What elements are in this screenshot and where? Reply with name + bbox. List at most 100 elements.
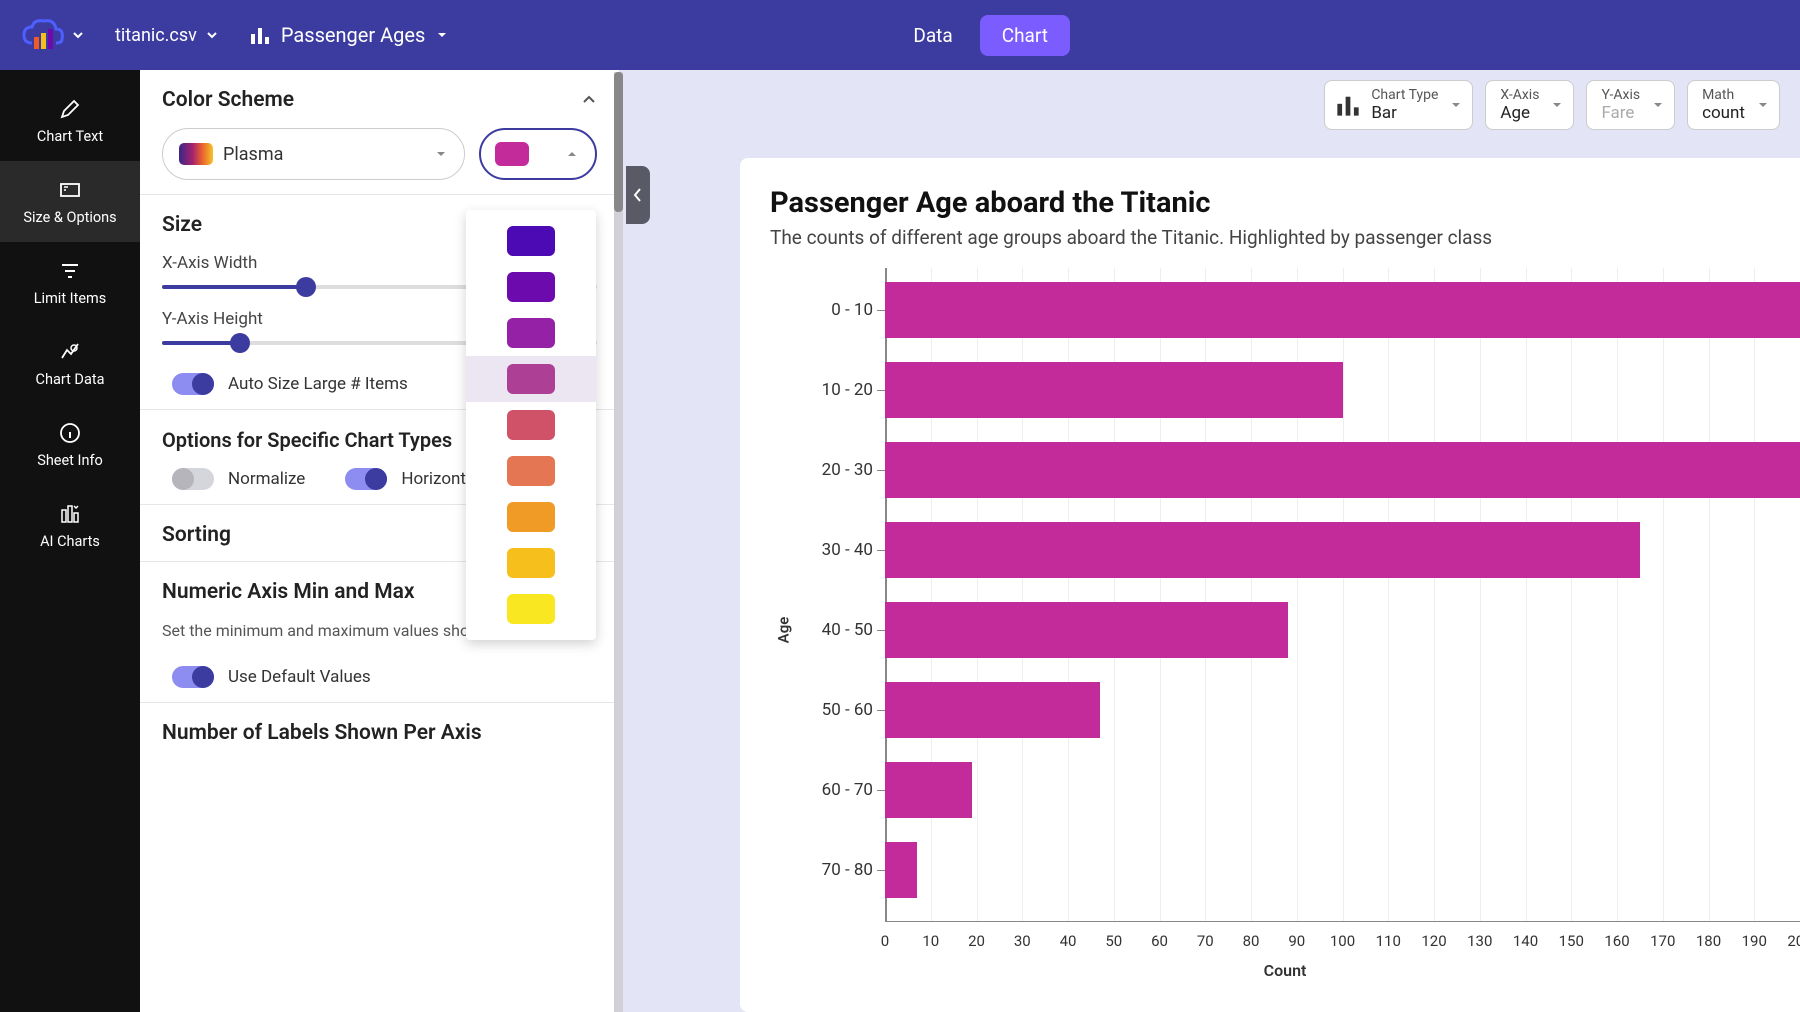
- y-tick-label: 30 - 40: [822, 540, 873, 560]
- tab-chart[interactable]: Chart: [980, 15, 1070, 56]
- caret-down-icon: [1652, 99, 1664, 111]
- x-tick-label: 110: [1376, 932, 1401, 950]
- color-option[interactable]: [466, 540, 596, 586]
- left-nav: Chart Text Size & Options Limit Items Ch…: [0, 70, 140, 1012]
- section-labels-header[interactable]: Number of Labels Shown Per Axis: [162, 721, 597, 745]
- color-scheme-select[interactable]: Plasma: [162, 128, 465, 180]
- scheme-name: Plasma: [223, 144, 283, 165]
- cloud-icon: [20, 15, 65, 55]
- default-values-label: Use Default Values: [228, 667, 371, 687]
- x-tick-label: 30: [1014, 932, 1031, 950]
- horizontal-bars-toggle[interactable]: [345, 468, 387, 490]
- section-title: Number of Labels Shown Per Axis: [162, 721, 482, 745]
- auto-size-label: Auto Size Large # Items: [228, 374, 408, 394]
- scrollbar-thumb[interactable]: [614, 72, 623, 212]
- x-axis-select[interactable]: X-AxisAge: [1485, 80, 1574, 130]
- section-title: Sorting: [162, 523, 231, 547]
- x-tick-label: 10: [922, 932, 939, 950]
- x-tick-label: 200: [1787, 932, 1800, 950]
- y-axis-title: Age: [774, 617, 792, 644]
- color-dropdown: [466, 210, 596, 640]
- chart-area: Age 010203040506070809010011012013014015…: [770, 268, 1800, 992]
- bar-chart-icon: [249, 24, 271, 46]
- trend-icon: [57, 339, 83, 365]
- panel-scrollbar[interactable]: [614, 72, 623, 1012]
- nav-size-options[interactable]: Size & Options: [0, 161, 140, 242]
- pagename: Passenger Ages: [281, 23, 425, 47]
- x-tick-label: 40: [1060, 932, 1077, 950]
- section-color-scheme-header[interactable]: Color Scheme: [162, 88, 597, 112]
- color-option[interactable]: [466, 356, 596, 402]
- section-title: Numeric Axis Min and Max: [162, 580, 415, 604]
- gradient-swatch: [179, 143, 213, 165]
- section-title: Size: [162, 213, 202, 237]
- x-tick-label: 20: [968, 932, 985, 950]
- color-option[interactable]: [466, 494, 596, 540]
- x-tick-label: 130: [1467, 932, 1492, 950]
- x-tick-label: 60: [1151, 932, 1168, 950]
- chart-title: Passenger Age aboard the Titanic: [770, 186, 1780, 220]
- x-tick-label: 170: [1650, 932, 1675, 950]
- color-swatch: [507, 410, 555, 440]
- y-axis-select[interactable]: Y-AxisFare: [1586, 80, 1675, 130]
- page-selector[interactable]: Passenger Ages: [249, 23, 449, 47]
- tab-data[interactable]: Data: [891, 15, 974, 56]
- frame-icon: [57, 177, 83, 203]
- y-tick-label: 70 - 80: [822, 860, 873, 880]
- normalize-toggle[interactable]: [172, 468, 214, 490]
- color-option[interactable]: [466, 310, 596, 356]
- x-tick-label: 0: [881, 932, 889, 950]
- nav-sheet-info[interactable]: Sheet Info: [0, 404, 140, 485]
- x-tick-label: 70: [1197, 932, 1214, 950]
- color-picker[interactable]: [479, 128, 597, 180]
- chart-bar: [885, 362, 1343, 418]
- color-swatch: [507, 272, 555, 302]
- y-tick-label: 0 - 10: [831, 300, 873, 320]
- color-option[interactable]: [466, 448, 596, 494]
- color-swatch: [507, 318, 555, 348]
- y-tick-label: 50 - 60: [822, 700, 873, 720]
- plot-region: 0102030405060708090100110120130140150160…: [885, 268, 1800, 922]
- chart-bar: [885, 602, 1288, 658]
- x-tick-label: 50: [1105, 932, 1122, 950]
- chevron-down-icon: [71, 28, 85, 42]
- chart-card: Passenger Age aboard the Titanic The cou…: [740, 158, 1800, 1012]
- nav-chart-text[interactable]: Chart Text: [0, 80, 140, 161]
- filter-icon: [57, 258, 83, 284]
- color-option[interactable]: [466, 218, 596, 264]
- main-area: Chart TypeBar X-AxisAge Y-AxisFare Mathc…: [620, 70, 1800, 1012]
- caret-down-icon: [435, 28, 449, 42]
- x-tick-label: 160: [1604, 932, 1629, 950]
- info-icon: [57, 420, 83, 446]
- file-selector[interactable]: titanic.csv: [115, 25, 219, 46]
- color-option[interactable]: [466, 402, 596, 448]
- nav-chart-data[interactable]: Chart Data: [0, 323, 140, 404]
- ai-icon: [57, 501, 83, 527]
- color-swatch: [507, 456, 555, 486]
- x-tick-label: 80: [1243, 932, 1260, 950]
- chevron-down-icon: [205, 28, 219, 42]
- nav-limit-items[interactable]: Limit Items: [0, 242, 140, 323]
- chart-bar: [885, 842, 917, 898]
- chart-bar: [885, 522, 1640, 578]
- color-swatch: [507, 502, 555, 532]
- app-logo[interactable]: [20, 15, 85, 55]
- chart-type-select[interactable]: Chart TypeBar: [1324, 80, 1473, 130]
- collapse-panel-button[interactable]: [626, 166, 650, 224]
- math-select[interactable]: Mathcount: [1687, 80, 1780, 130]
- chart-bar: [885, 282, 1800, 338]
- nav-ai-charts[interactable]: AI Charts: [0, 485, 140, 566]
- bar-chart-icon: [1335, 92, 1361, 118]
- axis-config-bar: Chart TypeBar X-AxisAge Y-AxisFare Mathc…: [1324, 80, 1780, 130]
- default-values-toggle[interactable]: [172, 666, 214, 688]
- chevron-left-icon: [632, 187, 644, 203]
- x-tick-label: 90: [1288, 932, 1305, 950]
- section-title: Color Scheme: [162, 88, 294, 112]
- auto-size-toggle[interactable]: [172, 373, 214, 395]
- color-option[interactable]: [466, 264, 596, 310]
- y-tick-label: 10 - 20: [822, 380, 873, 400]
- color-option[interactable]: [466, 586, 596, 632]
- section-title: Options for Specific Chart Types: [162, 428, 452, 452]
- x-tick-label: 140: [1513, 932, 1538, 950]
- pencil-icon: [57, 96, 83, 122]
